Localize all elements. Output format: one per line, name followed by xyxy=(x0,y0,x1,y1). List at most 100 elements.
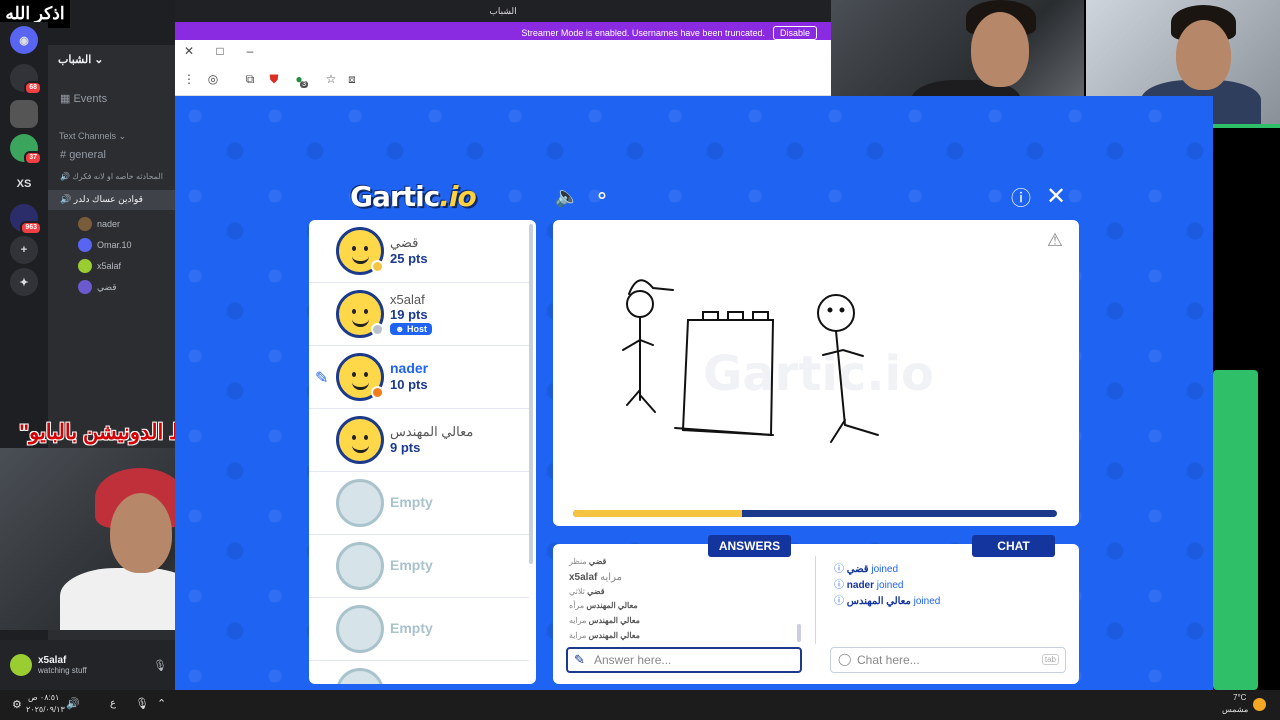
weather-sun-icon[interactable] xyxy=(1253,698,1266,711)
answer-user: معالي المهندس xyxy=(586,601,638,610)
chat-tab[interactable]: CHAT xyxy=(972,535,1055,557)
empty-slot: Empty xyxy=(309,472,529,535)
server-xs[interactable]: XS xyxy=(10,170,38,198)
add-server-icon[interactable]: + xyxy=(10,236,38,264)
answer-line: x5alaf مرايه xyxy=(569,572,622,583)
chat-user: nader xyxy=(846,580,875,591)
svg-text:Gartic.io: Gartic.io xyxy=(703,346,934,402)
answer-text: منظر xyxy=(569,557,587,566)
user-avatar[interactable] xyxy=(10,654,32,676)
weather-temp: 7°C xyxy=(1233,693,1247,702)
host-badge: ☻ Host xyxy=(390,323,432,335)
server-icon[interactable]: 37 xyxy=(10,134,42,165)
answer-text: مرايه xyxy=(600,572,622,583)
avatar xyxy=(78,238,92,252)
avatar xyxy=(78,259,92,273)
answer-text: ثلاثي xyxy=(569,587,585,596)
voice-user[interactable]: x5alaf xyxy=(78,259,121,273)
gartic-logo[interactable]: Gartic.io xyxy=(350,180,495,213)
pencil-icon: ✎ xyxy=(574,652,585,667)
tab-key-hint: tab xyxy=(1041,654,1059,665)
player-points: 9 pts xyxy=(390,440,421,455)
chat-user: قضي xyxy=(846,564,869,575)
server-icon[interactable]: 963 xyxy=(10,204,42,235)
voice-channel-label: قوادين عساك دلدر xyxy=(73,194,143,204)
bookmark-star-icon[interactable]: ☆ xyxy=(322,70,340,88)
answers-tab[interactable]: ANSWERS xyxy=(708,535,791,557)
voice-channel[interactable]: 🔊 قوادين عساك دلدر xyxy=(60,194,143,205)
maximize-icon[interactable]: □ xyxy=(211,42,229,60)
round-timer-fill xyxy=(573,510,743,517)
server-badge: 37 xyxy=(24,151,42,165)
logo-main: Gartic xyxy=(350,180,440,213)
empty-label: Empty xyxy=(390,557,433,573)
close-icon[interactable]: ✕ xyxy=(1043,183,1069,210)
events-item[interactable]: ▦ Events xyxy=(60,92,107,105)
text-channels-header[interactable]: Text Channels ⌄ xyxy=(59,131,126,142)
chat-text: joined xyxy=(913,596,941,607)
drawing-canvas[interactable]: ⚠ Gartic.io xyxy=(553,220,1079,526)
players-scrollbar[interactable] xyxy=(529,224,533,564)
channel-private[interactable]: 🔊 المحادثه خاصه او لانه فكرك xyxy=(60,172,163,181)
server-name[interactable]: الشباب ⌄ xyxy=(58,53,104,66)
empty-avatar xyxy=(336,542,384,590)
chat-line: ⓘ قضي joined xyxy=(834,564,899,575)
microphone-icon[interactable]: 🎙 xyxy=(153,659,167,672)
player-row[interactable]: قضي 25 pts xyxy=(309,220,529,283)
answer-placeholder: Answer here... xyxy=(594,653,672,667)
server-badge: 963 xyxy=(20,221,42,235)
answer-input[interactable]: ✎ Answer here... xyxy=(566,647,802,673)
discord-home-icon[interactable]: ◉ xyxy=(10,26,38,54)
window-titlebar: الشباب xyxy=(175,0,831,22)
streamer-mode-text: Streamer Mode is enabled. Usernames have… xyxy=(521,28,765,38)
player-row[interactable]: ✎ nader 10 pts xyxy=(309,346,529,409)
player-status-dot xyxy=(371,386,384,399)
server-icon[interactable]: 68 xyxy=(10,64,42,95)
channel-general[interactable]: # general xyxy=(60,149,106,161)
extension-badge: 3 xyxy=(300,81,308,88)
server-icon-active[interactable] xyxy=(10,100,38,128)
player-status-dot xyxy=(371,323,384,336)
answer-user: قضي xyxy=(588,557,607,566)
volume-icon[interactable]: 🔊 xyxy=(66,697,80,710)
chat-input[interactable]: ◯ Chat here... tab xyxy=(830,647,1066,673)
answer-user: x5alaf xyxy=(569,572,598,583)
explore-icon[interactable]: ✦ xyxy=(10,268,38,296)
chat-bubble-icon: ◯ xyxy=(838,652,852,666)
settings-icon[interactable]: ⚙ xyxy=(12,698,22,711)
answer-line: معالي المهندس مراية xyxy=(569,631,640,640)
tray-chevron-icon[interactable]: ⌃ xyxy=(157,697,166,710)
menu-dots-icon[interactable]: ⋮ xyxy=(180,70,198,88)
empty-slot: Empty xyxy=(309,598,529,661)
empty-slot xyxy=(309,661,529,684)
logo-suffix: .io xyxy=(439,180,476,213)
close-icon[interactable]: ✕ xyxy=(180,42,198,60)
voice-user[interactable]: قضي xyxy=(78,280,117,294)
extension-badge-icon[interactable]: ● 3 xyxy=(290,70,308,88)
info-icon[interactable]: ⓘ xyxy=(1008,183,1034,210)
answers-scrollbar[interactable] xyxy=(797,624,801,642)
voice-user[interactable]: Omar.10 xyxy=(78,238,132,252)
player-row[interactable]: معالي المهندس 9 pts xyxy=(309,409,529,472)
empty-avatar xyxy=(336,668,384,684)
share-icon[interactable]: ⚬ xyxy=(589,183,615,209)
disable-streamer-button[interactable]: Disable xyxy=(772,26,817,40)
shield-icon[interactable]: ⛊ xyxy=(265,70,283,88)
voice-user-name: x5alaf xyxy=(97,261,122,271)
extensions-icon[interactable]: ⧉ xyxy=(241,70,259,88)
player-status-dot xyxy=(371,260,384,273)
voice-user[interactable]: nader xyxy=(78,217,120,231)
empty-avatar xyxy=(336,605,384,653)
answer-text: مرأه xyxy=(569,601,585,610)
taskbar-time: ٠٨:٥١ ص xyxy=(28,693,60,702)
discord-user-bar: x5alaf watching stuff 🎙 xyxy=(0,640,175,690)
mic-tray-icon[interactable]: 🎙 xyxy=(135,697,149,710)
language-indicator[interactable]: ع xyxy=(110,698,116,709)
minimize-icon[interactable]: – xyxy=(241,42,259,60)
server-name-label: الشباب xyxy=(58,54,92,66)
player-row[interactable]: x5alaf 19 pts ☻ Host xyxy=(309,283,529,346)
player-points: 19 pts xyxy=(390,307,428,322)
sound-icon[interactable]: 🔈 xyxy=(554,183,580,209)
profile-icon[interactable]: ◎ xyxy=(204,70,222,88)
tab-search-icon[interactable]: ⧈ xyxy=(343,70,361,88)
